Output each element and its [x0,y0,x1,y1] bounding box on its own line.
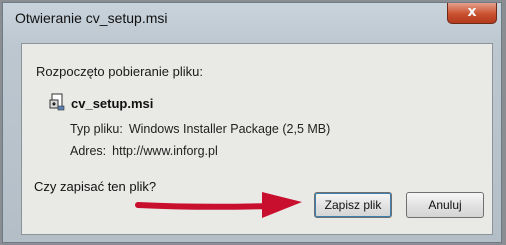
red-arrow-annotation [135,192,302,218]
